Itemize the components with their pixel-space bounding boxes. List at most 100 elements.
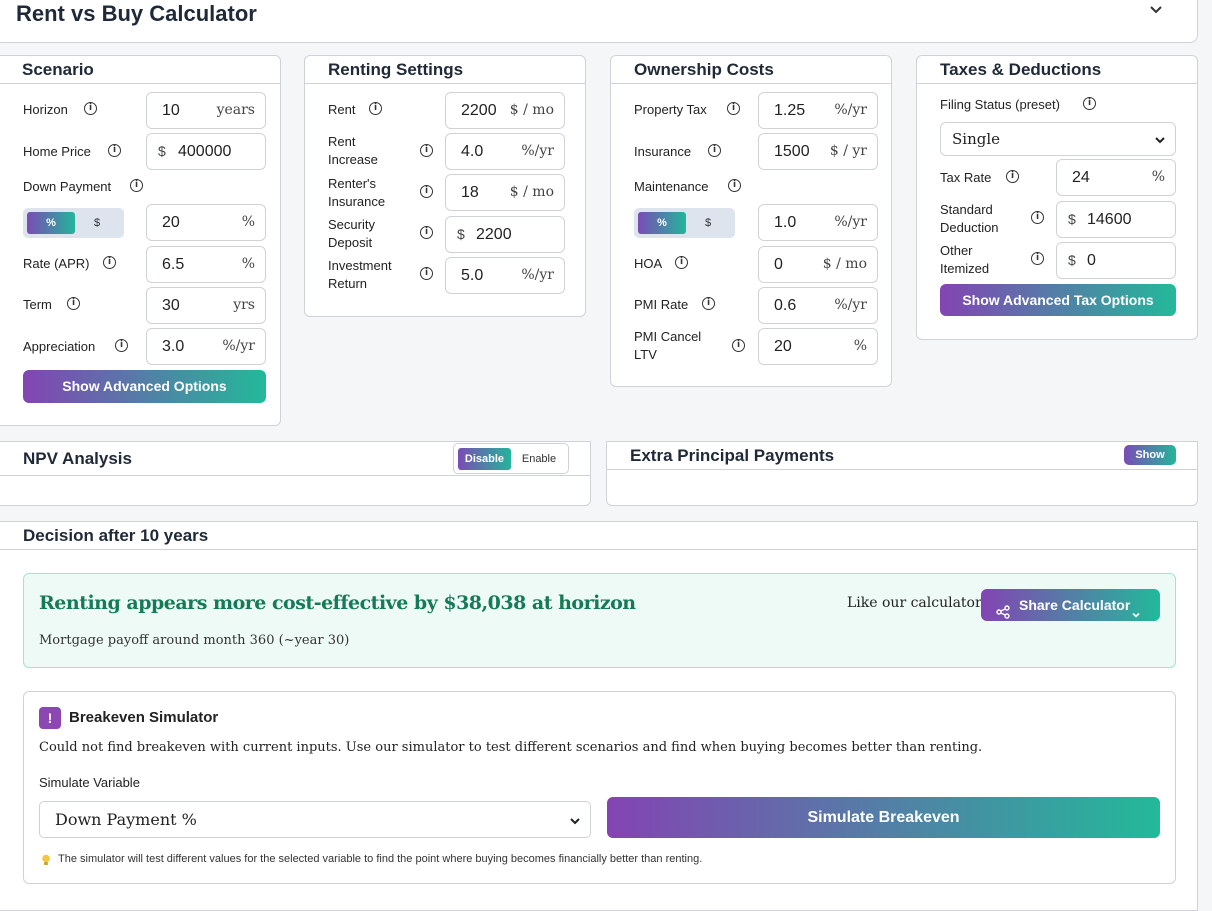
down-payment-label: Down Payment — [23, 179, 112, 194]
info-icon[interactable]: i — [702, 297, 715, 310]
info-icon[interactable]: i — [103, 256, 116, 269]
info-icon[interactable]: i — [1031, 211, 1044, 224]
investment-return-input[interactable]: 5.0 %/yr — [445, 257, 565, 294]
decision-subtext: Mortgage payoff around month 360 (~year … — [39, 633, 350, 648]
like-calculator-text: Like our calculator? — [847, 595, 990, 611]
property-tax-label: Property Tax — [634, 102, 707, 117]
info-icon[interactable]: i — [727, 102, 740, 115]
info-icon[interactable]: i — [369, 102, 382, 115]
tax-rate-input[interactable]: 24 % — [1056, 159, 1176, 196]
pmi-cancel-label: PMI Cancel LTV — [634, 329, 702, 362]
ownership-costs-card: Ownership Costs Property Tax i 1.25 %/yr… — [610, 55, 892, 387]
tax-rate-label: Tax Rate — [940, 170, 992, 185]
info-icon[interactable]: i — [420, 185, 433, 198]
pmi-rate-label: PMI Rate — [634, 297, 689, 312]
renting-settings-card: Renting Settings Rent i 2200 $ / mo Rent… — [304, 55, 586, 317]
info-icon[interactable]: i — [67, 297, 80, 310]
breakeven-title: Breakeven Simulator — [69, 709, 219, 726]
alert-icon: ! — [39, 707, 61, 729]
extra-title: Extra Principal Payments — [607, 442, 1197, 470]
show-advanced-options-button[interactable]: Show Advanced Options — [23, 370, 266, 403]
extra-principal-card: Extra Principal Payments Show — [606, 441, 1198, 506]
npv-enable-button[interactable]: Enable — [513, 448, 565, 470]
filing-status-select[interactable]: Single — [940, 122, 1176, 156]
insurance-input[interactable]: 1500 $ / yr — [758, 133, 878, 170]
maintenance-label: Maintenance — [634, 179, 709, 194]
info-icon[interactable]: i — [108, 144, 121, 157]
down-payment-mode-toggle[interactable]: % $ — [23, 208, 124, 238]
down-payment-input[interactable]: 20 % — [146, 204, 266, 241]
decision-card: Decision after 10 years Renting appears … — [0, 521, 1198, 911]
page-title: Rent vs Buy Calculator — [16, 1, 257, 26]
simulate-variable-label: Simulate Variable — [39, 775, 140, 790]
pmi-rate-input[interactable]: 0.6 %/yr — [758, 287, 878, 324]
header-bar: Rent vs Buy Calculator — [0, 0, 1198, 43]
show-advanced-tax-options-button[interactable]: Show Advanced Tax Options — [940, 284, 1176, 316]
hoa-input[interactable]: 0 $ / mo — [758, 246, 878, 283]
insurance-label: Insurance — [634, 144, 692, 159]
npv-disable-button[interactable]: Disable — [458, 448, 511, 470]
info-icon[interactable]: i — [1031, 252, 1044, 265]
horizon-input[interactable]: 10 years — [146, 92, 266, 129]
scenario-card: Scenario Horizon i 10 years Home Price i… — [0, 55, 281, 426]
investment-return-label: Investment Return — [328, 258, 392, 291]
home-price-label: Home Price — [23, 144, 91, 159]
percent-toggle[interactable]: % — [638, 212, 686, 234]
rent-input[interactable]: 2200 $ / mo — [445, 92, 565, 129]
ownership-title: Ownership Costs — [611, 56, 891, 84]
info-icon[interactable]: i — [115, 339, 128, 352]
property-tax-input[interactable]: 1.25 %/yr — [758, 92, 878, 129]
dollar-toggle[interactable]: $ — [75, 212, 119, 234]
info-icon[interactable]: i — [1083, 97, 1096, 110]
term-input[interactable]: 30 yrs — [146, 287, 266, 324]
info-icon[interactable]: i — [420, 226, 433, 239]
other-itemized-input[interactable]: $ 0 — [1056, 242, 1176, 279]
horizon-label: Horizon — [23, 102, 68, 117]
rent-increase-input[interactable]: 4.0 %/yr — [445, 133, 565, 170]
renting-title: Renting Settings — [305, 56, 585, 84]
info-icon[interactable]: i — [130, 179, 143, 192]
rate-input[interactable]: 6.5 % — [146, 246, 266, 283]
simulator-hint: The simulator will test different values… — [58, 853, 703, 865]
info-icon[interactable]: i — [728, 179, 741, 192]
chevron-down-icon — [1154, 133, 1166, 151]
info-icon[interactable]: i — [420, 144, 433, 157]
taxes-deductions-card: Taxes & Deductions Filing Status (preset… — [916, 55, 1198, 340]
share-icon — [996, 598, 1010, 630]
hoa-label: HOA — [634, 256, 663, 271]
security-deposit-input[interactable]: $ 2200 — [445, 216, 565, 253]
extra-show-button[interactable]: Show — [1124, 445, 1176, 465]
filing-status-label: Filing Status (preset) — [940, 97, 1060, 112]
maintenance-input[interactable]: 1.0 %/yr — [758, 204, 878, 241]
decision-headline: Renting appears more cost-effective by $… — [39, 592, 636, 614]
chevron-down-icon — [569, 814, 581, 832]
info-icon[interactable]: i — [732, 339, 745, 352]
pmi-cancel-input[interactable]: 20 % — [758, 328, 878, 365]
npv-toggle[interactable]: Disable Enable — [453, 443, 569, 474]
chevron-down-icon — [1131, 599, 1141, 631]
decision-title: Decision after 10 years — [0, 522, 1197, 550]
renters-insurance-input[interactable]: 18 $ / mo — [445, 174, 565, 211]
standard-deduction-input[interactable]: $ 14600 — [1056, 201, 1176, 238]
breakeven-description: Could not find breakeven with current in… — [39, 740, 983, 755]
info-icon[interactable]: i — [708, 144, 721, 157]
dollar-toggle[interactable]: $ — [686, 212, 730, 234]
other-itemized-label: Other Itemized — [940, 243, 990, 276]
taxes-title: Taxes & Deductions — [917, 56, 1197, 84]
info-icon[interactable]: i — [675, 256, 688, 269]
rate-label: Rate (APR) — [23, 256, 90, 271]
simulate-variable-select[interactable]: Down Payment % — [39, 801, 591, 838]
info-icon[interactable]: i — [420, 267, 433, 280]
percent-toggle[interactable]: % — [27, 212, 75, 234]
info-icon[interactable]: i — [1006, 170, 1019, 183]
share-calculator-button[interactable]: Share Calculator — [981, 589, 1160, 621]
appreciation-input[interactable]: 3.0 %/yr — [146, 328, 266, 365]
chevron-down-icon[interactable] — [1149, 3, 1163, 17]
security-deposit-label: Security Deposit — [328, 217, 375, 250]
info-icon[interactable]: i — [84, 102, 97, 115]
appreciation-label: Appreciation — [23, 339, 96, 354]
home-price-input[interactable]: $ 400000 — [146, 133, 266, 170]
maintenance-mode-toggle[interactable]: % $ — [634, 208, 735, 238]
breakeven-simulator-box: ! Breakeven Simulator Could not find bre… — [23, 691, 1176, 884]
simulate-breakeven-button[interactable]: Simulate Breakeven — [607, 797, 1160, 838]
